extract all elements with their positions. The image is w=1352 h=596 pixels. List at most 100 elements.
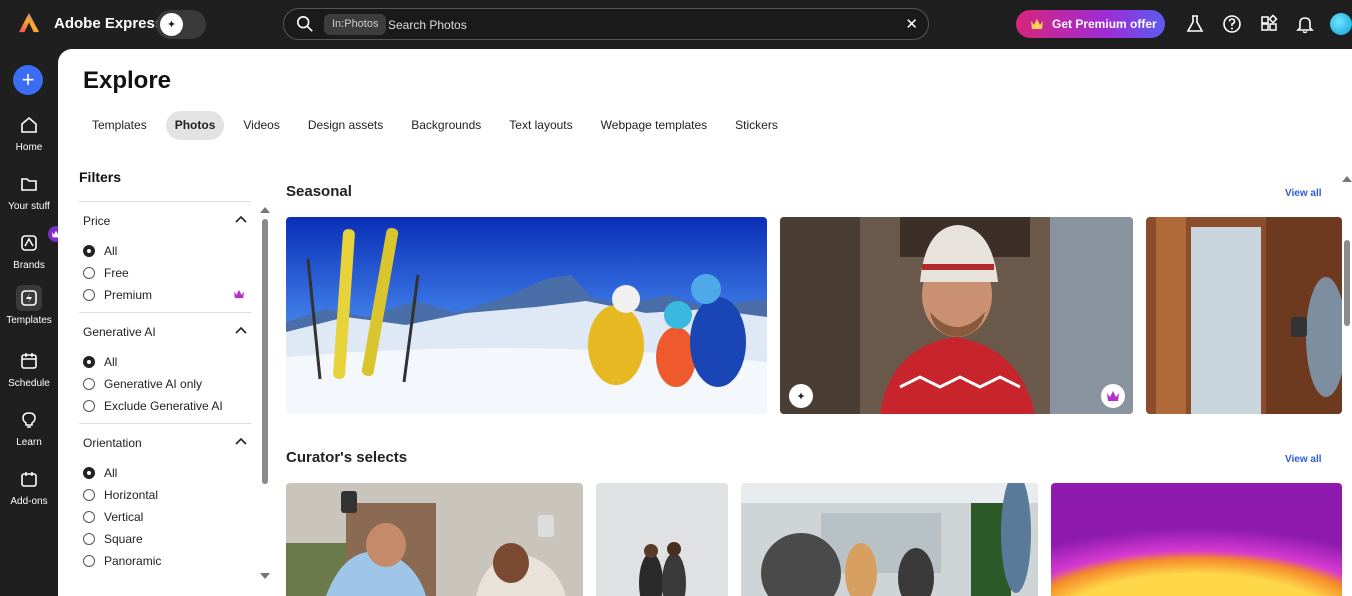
tab-design-assets[interactable]: Design assets xyxy=(299,111,392,140)
filter-option-label: Vertical xyxy=(104,510,144,524)
help-icon[interactable] xyxy=(1222,14,1242,34)
radio-button[interactable] xyxy=(83,378,95,390)
photo-cozy-window xyxy=(1146,217,1342,414)
tab-videos[interactable]: Videos xyxy=(234,111,288,140)
photo-card-office-team[interactable] xyxy=(741,483,1038,596)
filters-title: Filters xyxy=(79,169,122,185)
filter-option[interactable]: All xyxy=(83,240,247,262)
chevron-up-icon[interactable] xyxy=(235,436,247,448)
radio-button[interactable] xyxy=(83,467,95,479)
left-rail: + Home Your stuff Brands Templates Sched… xyxy=(0,48,64,596)
radio-button[interactable] xyxy=(83,245,95,257)
photo-card-friends-coffee[interactable] xyxy=(286,483,583,596)
filter-option-label: Exclude Generative AI xyxy=(104,399,223,413)
photo-card-couple[interactable] xyxy=(596,483,728,596)
scroll-up-arrow-icon[interactable] xyxy=(1342,176,1352,182)
rail-item-brands[interactable]: Brands xyxy=(0,226,64,271)
rail-item-templates[interactable]: Templates xyxy=(0,285,58,326)
close-icon[interactable]: ✕ xyxy=(905,15,918,33)
rail-item-home[interactable]: Home xyxy=(0,112,58,153)
radio-button[interactable] xyxy=(83,400,95,412)
crown-icon xyxy=(234,289,244,299)
section-title-seasonal: Seasonal xyxy=(286,183,352,200)
main-scrollbar[interactable] xyxy=(1342,176,1352,596)
filter-option[interactable]: All xyxy=(83,351,247,373)
filter-option[interactable]: Square xyxy=(83,528,247,550)
radio-button[interactable] xyxy=(83,555,95,567)
generative-toggle[interactable]: ✦ xyxy=(156,10,206,39)
rail-item-label: Add-ons xyxy=(10,496,48,507)
photo-couple xyxy=(596,483,728,596)
lightbulb-icon xyxy=(22,412,36,428)
chevron-up-icon[interactable] xyxy=(235,214,247,226)
tab-photos[interactable]: Photos xyxy=(165,111,225,140)
tab-backgrounds[interactable]: Backgrounds xyxy=(402,111,490,140)
section-title-curators-selects: Curator's selects xyxy=(286,449,408,466)
main-panel: Explore Templates Photos Videos Design a… xyxy=(58,49,1352,596)
filter-option[interactable]: Exclude Generative AI xyxy=(83,395,247,417)
radio-button[interactable] xyxy=(83,267,95,279)
bell-icon[interactable] xyxy=(1295,14,1315,34)
filter-option-label: Premium xyxy=(104,288,153,302)
filter-option[interactable]: Generative AI only xyxy=(83,373,247,395)
filter-group-title: Price xyxy=(83,214,111,228)
radio-button[interactable] xyxy=(83,356,95,368)
search-bar[interactable]: In:Photos ✕ xyxy=(283,8,929,40)
rail-item-add-ons[interactable]: Add-ons xyxy=(0,466,58,507)
chevron-up-icon[interactable] xyxy=(235,325,247,337)
adobe-express-logo-icon[interactable] xyxy=(18,12,40,34)
filter-option[interactable]: Horizontal xyxy=(83,484,247,506)
radio-button[interactable] xyxy=(83,289,95,301)
rail-item-label: Templates xyxy=(6,315,52,326)
scrollbar-thumb[interactable] xyxy=(1344,240,1350,326)
tab-text-layouts[interactable]: Text layouts xyxy=(500,111,581,140)
tab-webpage-templates[interactable]: Webpage templates xyxy=(592,111,717,140)
rail-item-your-stuff[interactable]: Your stuff xyxy=(0,171,58,212)
filter-group-orientation: Orientation All Horizontal Vertical Squa… xyxy=(79,423,251,578)
rail-item-learn[interactable]: Learn xyxy=(0,407,58,448)
scroll-up-arrow-icon[interactable] xyxy=(260,207,270,213)
rail-item-schedule[interactable]: Schedule xyxy=(0,348,58,389)
view-all-link[interactable]: View all xyxy=(1285,454,1322,465)
filter-option[interactable]: All xyxy=(83,462,247,484)
templates-icon xyxy=(21,290,37,306)
radio-button[interactable] xyxy=(83,489,95,501)
scroll-down-arrow-icon[interactable] xyxy=(260,573,270,579)
get-premium-label: Get Premium offer xyxy=(1052,17,1157,31)
filter-option[interactable]: Free xyxy=(83,262,247,284)
radio-button[interactable] xyxy=(83,533,95,545)
photo-card-cozy-window[interactable] xyxy=(1146,217,1342,414)
search-input[interactable] xyxy=(388,13,888,36)
photo-card-abstract-sun[interactable] xyxy=(1051,483,1342,596)
filter-group-price: Price All Free Premium xyxy=(79,201,251,312)
brand-icon xyxy=(21,235,37,251)
beaker-icon[interactable] xyxy=(1185,14,1205,34)
premium-badge xyxy=(1101,384,1125,408)
sparkle-icon: ✦ xyxy=(160,13,183,36)
tab-stickers[interactable]: Stickers xyxy=(726,111,787,140)
search-scope-chip[interactable]: In:Photos xyxy=(324,14,387,35)
search-icon xyxy=(296,15,313,32)
photo-ski-family xyxy=(286,217,767,414)
filters-scrollbar[interactable] xyxy=(260,207,270,579)
sparkle-icon: ✦ xyxy=(796,390,806,403)
view-all-link[interactable]: View all xyxy=(1285,188,1322,199)
filter-group-title: Generative AI xyxy=(83,325,156,339)
filters-panel: Filters Price All Free Premium Generativ… xyxy=(79,169,251,578)
scrollbar-thumb[interactable] xyxy=(262,219,268,484)
filter-option[interactable]: Vertical xyxy=(83,506,247,528)
tab-templates[interactable]: Templates xyxy=(83,111,156,140)
create-new-button[interactable]: + xyxy=(13,65,43,95)
apps-icon[interactable] xyxy=(1259,14,1279,34)
photo-card-winter-man[interactable]: ✦ xyxy=(780,217,1133,414)
photo-card-ski-family[interactable] xyxy=(286,217,767,414)
radio-button[interactable] xyxy=(83,511,95,523)
filter-option-label: Panoramic xyxy=(104,554,162,568)
rail-item-label: Brands xyxy=(13,260,45,271)
filter-group-title: Orientation xyxy=(83,436,142,450)
avatar[interactable] xyxy=(1330,13,1352,35)
rail-item-label: Schedule xyxy=(8,378,50,389)
filter-option[interactable]: Panoramic xyxy=(83,550,247,572)
get-premium-button[interactable]: Get Premium offer xyxy=(1016,10,1165,38)
filter-option[interactable]: Premium xyxy=(83,284,247,306)
